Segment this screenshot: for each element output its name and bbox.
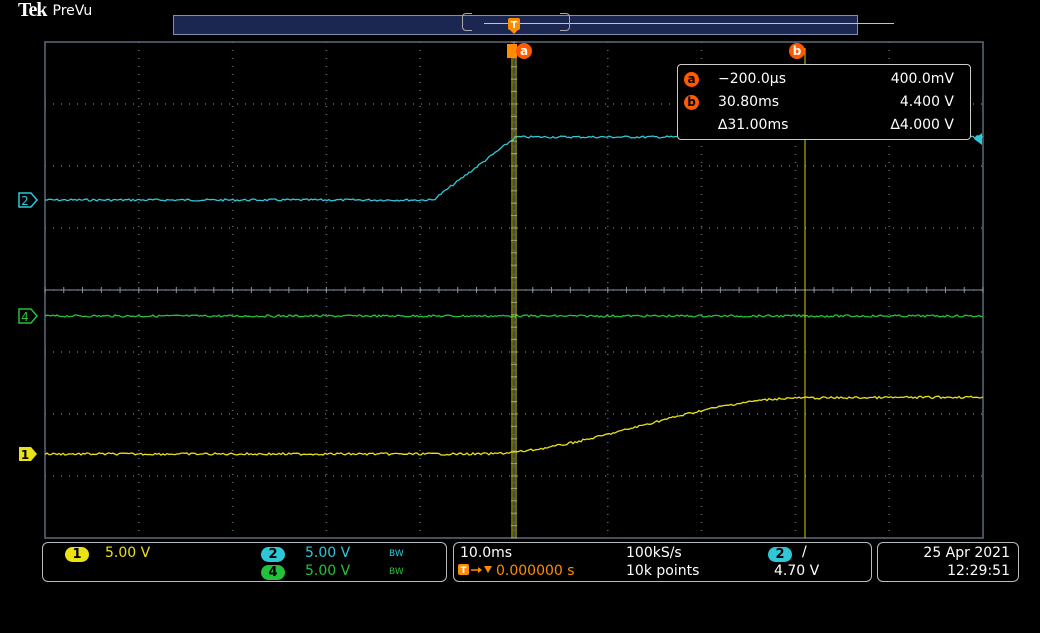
cursor-b-row: b 30.80ms 4.400 V: [678, 92, 970, 112]
ch2-scale[interactable]: 5.00 V: [305, 545, 350, 561]
cursor-a-row: a −200.0µs 400.0mV: [678, 69, 970, 89]
svg-text:4: 4: [21, 310, 29, 324]
horizontal-settings-panel[interactable]: 10.0ms 100kS/s T 0.000000 s 10k points 2…: [453, 542, 872, 582]
cursor-b-time: 30.80ms: [718, 94, 780, 110]
record-length[interactable]: 10k points: [626, 563, 699, 579]
cursor-a-value: 400.0mV: [890, 71, 954, 87]
cursor-a-label: a: [520, 44, 528, 58]
trigger-delay-icon: T: [458, 563, 494, 581]
trigger-source-badge[interactable]: 2: [768, 547, 792, 562]
timebase[interactable]: 10.0ms: [460, 545, 512, 561]
ch1-ground-marker[interactable]: 1: [19, 447, 37, 462]
ch4-bandwidth-icon: BW: [389, 567, 404, 577]
ch4-ground-marker[interactable]: 4: [18, 308, 38, 324]
cursor-readout[interactable]: a −200.0µs 400.0mV b 30.80ms 4.400 V ∆31…: [677, 64, 971, 140]
cursor-a-time: −200.0µs: [718, 71, 787, 87]
ch2-bandwidth-icon: BW: [389, 549, 404, 559]
vertical-settings-panel[interactable]: 1 5.00 V 2 5.00 V BW 4 5.00 V BW: [42, 542, 447, 582]
svg-text:1: 1: [21, 448, 29, 462]
cursor-a-badge: a: [684, 72, 699, 87]
cursor-delta-value: ∆4.000 V: [890, 117, 954, 133]
trigger-level[interactable]: 4.70 V: [774, 563, 819, 579]
trigger-slope-icon[interactable]: /: [802, 544, 807, 560]
time: 12:29:51: [947, 563, 1010, 579]
ch2-badge[interactable]: 2: [261, 547, 285, 562]
ch1-badge[interactable]: 1: [65, 547, 89, 562]
ch1-scale[interactable]: 5.00 V: [105, 545, 150, 561]
cursor-delta-row: ∆31.00ms ∆4.000 V: [678, 115, 970, 135]
cursor-a-handle-icon[interactable]: a: [507, 43, 532, 59]
svg-text:2: 2: [21, 194, 29, 208]
svg-text:T: T: [460, 566, 467, 576]
cursor-b-handle-icon[interactable]: b: [789, 43, 805, 59]
date: 25 Apr 2021: [923, 545, 1010, 561]
cursor-b-value: 4.400 V: [899, 94, 954, 110]
sample-rate: 100kS/s: [626, 545, 682, 561]
cursor-b-badge: b: [684, 95, 699, 110]
ch4-scale[interactable]: 5.00 V: [305, 563, 350, 579]
trigger-delay[interactable]: 0.000000 s: [496, 563, 575, 579]
datetime-panel[interactable]: 25 Apr 2021 12:29:51: [877, 542, 1019, 582]
cursor-b-label: b: [793, 44, 802, 58]
trigger-level-icon[interactable]: [974, 133, 982, 145]
cursor-delta-time: ∆31.00ms: [718, 117, 789, 133]
ch2-ground-marker[interactable]: 2: [18, 192, 38, 208]
ch4-badge[interactable]: 4: [261, 565, 285, 580]
